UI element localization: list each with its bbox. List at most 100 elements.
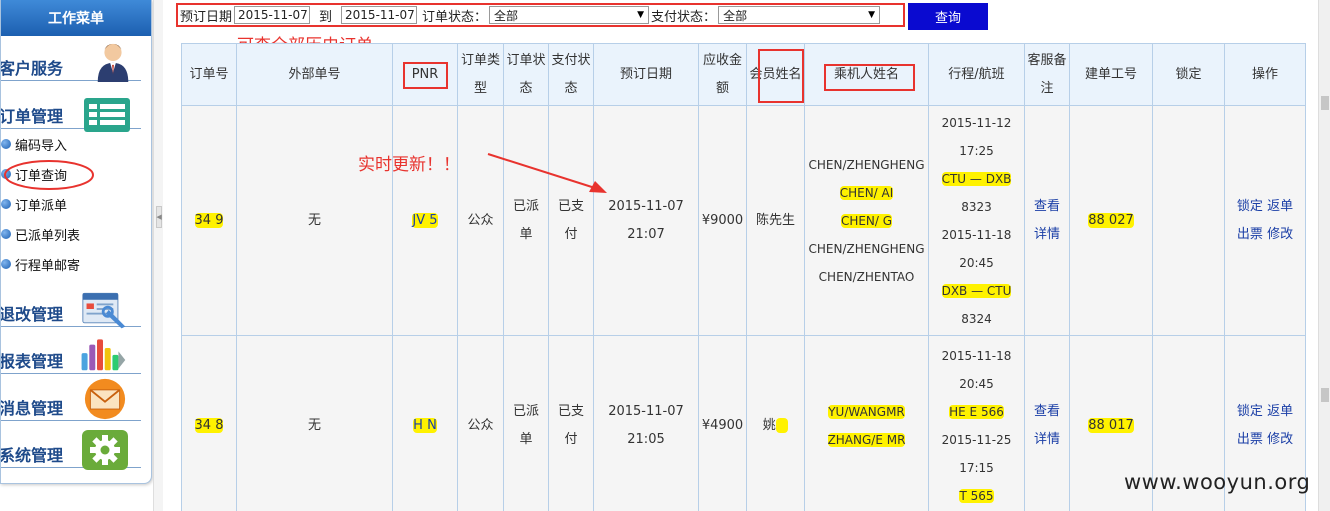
header-pay-status: 支付状态 [548,43,594,106]
date-to-input[interactable]: 2015-11-07 [341,6,418,24]
passenger-name: YU/WANGMR [828,404,905,419]
bar-chart-icon [81,339,126,371]
sidebar-section-message-management[interactable]: 消息管理 [0,378,151,426]
cell-itinerary: 2015-11-18 20:45 HE E 566 2015-11-25 17:15… [928,335,1025,511]
header-external-no: 外部单号 [236,43,393,106]
cell-order-no: 34 8 [181,335,237,511]
pay-status-value: 全部 [723,8,748,23]
section-label: 订单管理 [0,107,64,126]
cell-external-no: 无 [236,105,393,336]
booking-date-label: 预订日期 [180,9,233,25]
sidebar-section-refund-management[interactable]: 退改管理 [1,288,151,332]
pay-status-label: 支付状态： [651,9,717,25]
vertical-scrollbar[interactable] [1318,0,1330,511]
cell-passengers: CHEN/ZHENGHENG CHEN/ AI CHEN/ G CHEN/ZHE… [804,105,929,336]
edit-link[interactable]: 修改 [1267,227,1293,242]
edit-link[interactable]: 修改 [1267,432,1293,447]
cell-order-type: 公众 [457,335,504,511]
header-amount: 应收金额 [698,43,747,106]
passenger-name: CHEN/ AI [839,185,894,200]
filter-bar: 预订日期 2015-11-07 到 2015-11-07 订单状态： 全部 ▼ … [176,3,905,27]
section-label: 消息管理 [0,399,64,418]
cell-member: 姚 [746,335,805,511]
view-details-link[interactable]: 查看 详情 [1025,193,1069,249]
cell-remark[interactable]: 查看 详情 [1024,335,1070,511]
lock-link[interactable]: 锁定 [1237,404,1263,419]
pay-status-select[interactable]: 全部 ▼ [718,6,881,24]
issue-ticket-link[interactable]: 出票 [1237,227,1263,242]
header-operations: 操作 [1224,43,1306,106]
bullet-arrow-icon [1,139,11,149]
cell-pay-status: 已支付 [548,335,594,511]
passenger-name: CHEN/ G [840,213,893,228]
annotation-box-passenger-name [824,64,915,91]
cell-booking-date: 2015-11-07 21:07 [593,105,699,336]
cell-amount: ¥4900 [698,335,747,511]
sidebar-item-label: 已派单列表 [15,228,81,244]
query-button[interactable]: 查询 [908,3,988,30]
cell-itinerary: 2015-11-12 17:25 CTU — DXB 8323 2015-11-18… [928,105,1025,336]
cell-order-status: 已派单 [503,335,549,511]
watermark: www.wooyun.org [1124,470,1311,494]
document-wrench-icon [82,292,126,329]
order-status-value: 全部 [494,8,519,23]
annotation-circle [4,160,94,190]
cell-member: 陈先生 [746,105,805,336]
cell-remark[interactable]: 查看 详情 [1024,105,1070,336]
cell-order-status: 已派单 [503,105,549,336]
header-order-type: 订单类型 [457,43,504,106]
header-itinerary: 行程/航班 [928,43,1025,106]
cell-staff-no: 88 027 [1069,105,1153,336]
sidebar-item-dispatched-list[interactable]: 已派单列表 [1,221,80,247]
sidebar-section-system-management[interactable]: 系统管理 [1,429,151,473]
dropdown-arrow-icon: ▼ [637,10,645,20]
sidebar-section-order-management[interactable]: 订单管理 [1,90,151,134]
sidebar-item-label: 订单派单 [15,198,68,214]
section-label: 报表管理 [0,352,64,371]
passenger-name: CHEN/ZHENGHENG [808,157,925,172]
passenger-name: CHEN/ZHENTAO [818,269,915,284]
table-row: 34 9 无 JV 5 公众 已派单 已支付 2015-11-07 21:07 ¥… [181,105,1306,336]
collapse-arrow-icon[interactable]: ◀ [156,206,162,228]
header-staff-no: 建单工号 [1069,43,1153,106]
annotation-box-member-name [758,49,804,103]
cell-order-type: 公众 [457,105,504,336]
sidebar-section-customer-service[interactable]: 客户服务 [1,42,151,86]
page-root: 工作菜单 客户服务 订单管理 编码导入 订单查询 订单派单 已派单列表 行程单邮… [0,0,1330,511]
sidebar-item-code-import[interactable]: 编码导入 [1,131,67,157]
header-remark: 客服备注 [1024,43,1070,106]
passenger-name: CHEN/ZHENGHENG [808,241,925,256]
to-label: 到 [319,9,333,25]
annotation-arrow-icon [487,153,607,193]
scroll-thumb[interactable] [1321,96,1329,110]
lock-link[interactable]: 锁定 [1237,199,1263,214]
cell-pnr: JV 5 [392,105,458,336]
order-status-label: 订单状态： [422,9,488,25]
bullet-arrow-icon [1,229,11,239]
cell-operations: 锁定 返单 出票 修改 [1224,105,1306,336]
orders-table: 订单号 外部单号 PNR 订单类型 订单状态 支付状态 预订日期 应收金额 会员… [181,43,1306,511]
table-header-row: 订单号 外部单号 PNR 订单类型 订单状态 支付状态 预订日期 应收金额 会员… [181,43,1306,106]
return-link[interactable]: 返单 [1267,199,1293,214]
view-details-link[interactable]: 查看 详情 [1025,398,1069,454]
sidebar-item-itinerary-mail[interactable]: 行程单邮寄 [1,251,80,277]
cell-booking-date: 2015-11-07 21:05 [593,335,699,511]
order-list-icon [84,98,130,132]
sidebar-item-order-dispatch[interactable]: 订单派单 [1,191,67,217]
header-booking-date: 预订日期 [593,43,699,106]
date-from-input[interactable]: 2015-11-07 [234,6,311,24]
section-label: 退改管理 [0,305,64,324]
issue-ticket-link[interactable]: 出票 [1237,432,1263,447]
sidebar-section-report-management[interactable]: 报表管理 [1,335,151,379]
divider [1,420,141,421]
sidebar-item-label: 编码导入 [15,138,68,154]
annotation-box-pnr [403,62,448,89]
return-link[interactable]: 返单 [1267,404,1293,419]
order-status-select[interactable]: 全部 ▼ [489,6,650,24]
annotation-realtime-note: 实时更新！！ [358,155,460,175]
cell-external-no: 无 [236,335,393,511]
bullet-arrow-icon [1,259,11,269]
sidebar-splitter[interactable]: ◀ [153,0,163,511]
user-avatar-icon [97,43,129,82]
scroll-thumb[interactable] [1321,388,1329,402]
